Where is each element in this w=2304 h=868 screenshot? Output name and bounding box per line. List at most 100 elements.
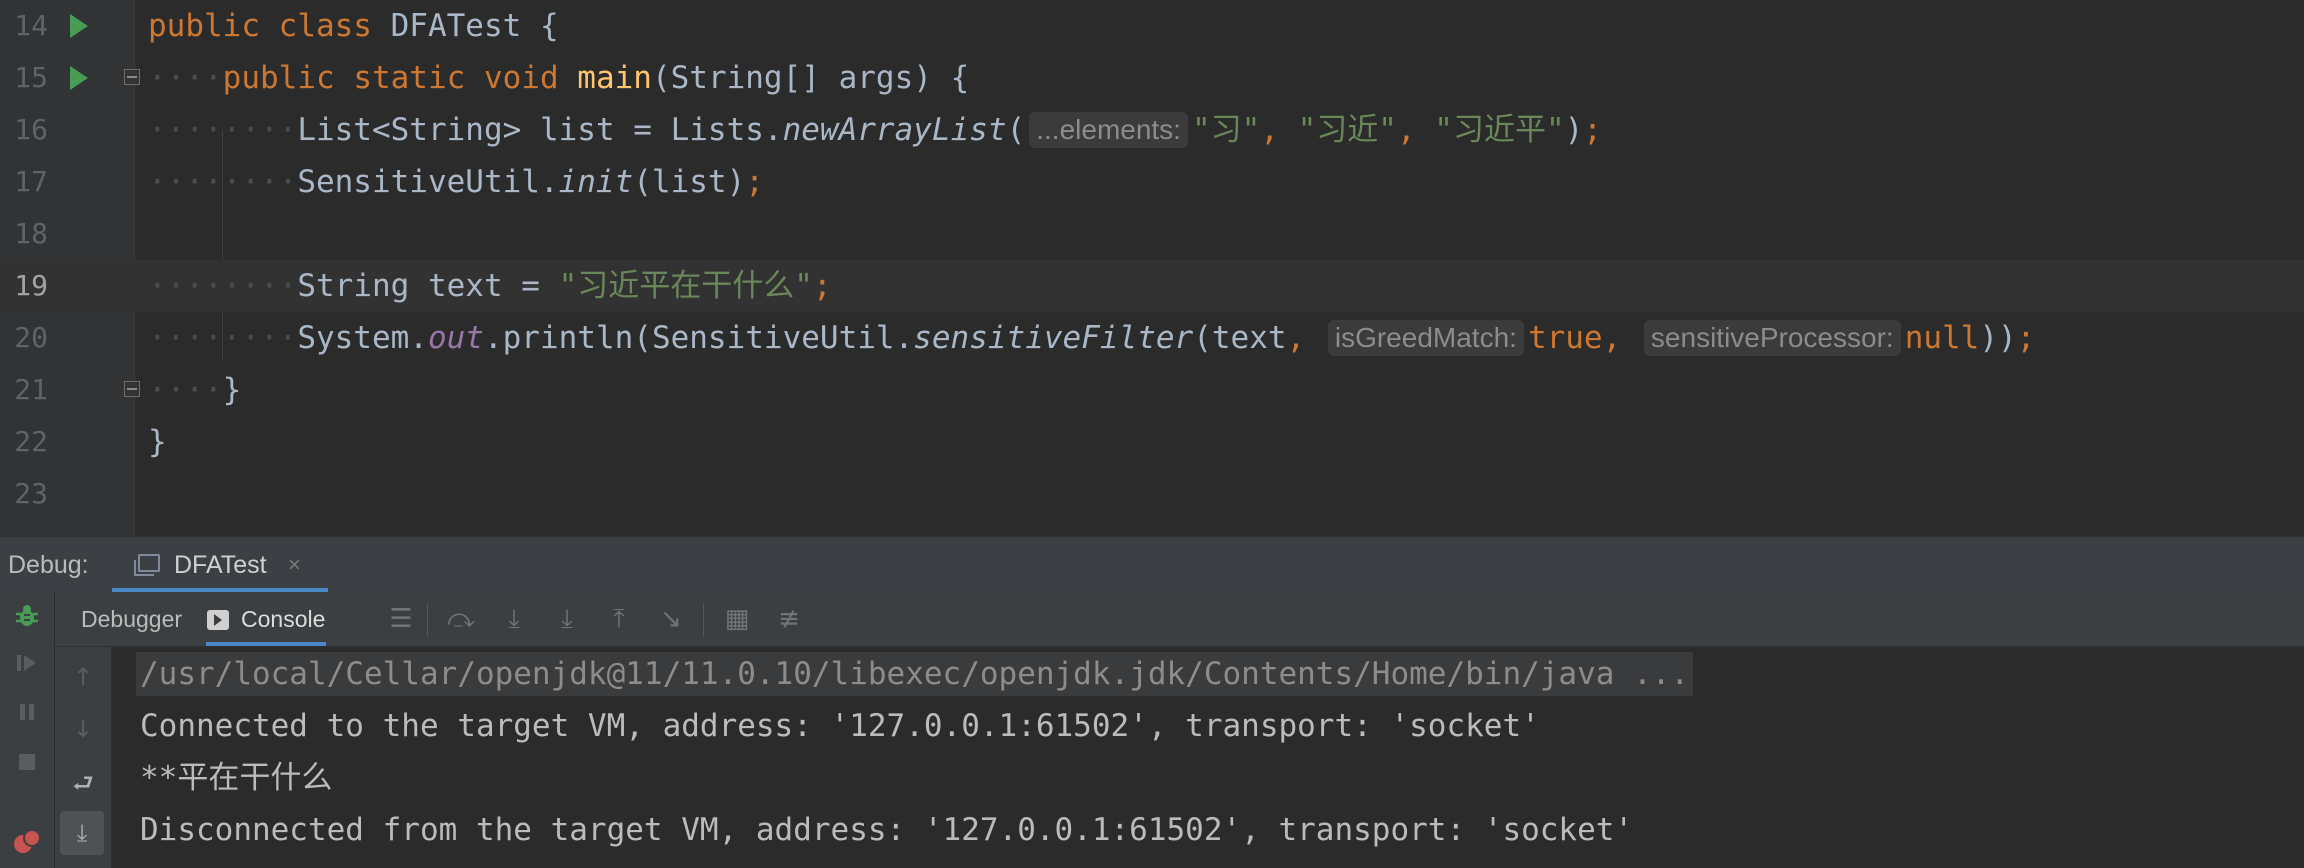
fold-icon[interactable] — [124, 381, 140, 397]
code-token: , — [1396, 112, 1435, 148]
console-window-icon — [134, 554, 160, 576]
debug-bug-icon[interactable] — [7, 602, 47, 642]
code-token: null — [1904, 320, 1980, 356]
run-config-tab[interactable]: DFATest × — [112, 537, 328, 593]
code-token: "习近平" — [1434, 112, 1565, 148]
code-token: static — [353, 60, 484, 96]
code-token: )) — [1979, 320, 2017, 356]
console-line: Disconnected from the target VM, address… — [140, 812, 1634, 848]
line-number: 14 — [14, 9, 48, 42]
code-token: "习近" — [1297, 112, 1397, 148]
code-token: (String[] — [651, 60, 839, 96]
code-line[interactable]: 15 ····public static void main(String[] a… — [0, 52, 2304, 104]
code-token: list — [539, 112, 634, 148]
trace-icon[interactable]: ≢ — [767, 592, 811, 647]
whitespace-marker: ···· — [148, 60, 223, 96]
code-token: (list) — [633, 164, 746, 200]
code-text: ········String text = "习近平在干什么"; — [148, 260, 832, 312]
code-line[interactable]: 21 ····} — [0, 364, 2304, 416]
line-number: 17 — [14, 165, 48, 198]
code-token: Lists. — [670, 112, 783, 148]
line-number: 22 — [14, 425, 48, 458]
console-command-line: /usr/local/Cellar/openjdk@11/11.0.10/lib… — [136, 652, 1694, 696]
code-token: sensitiveFilter — [913, 320, 1194, 356]
code-token: , — [1286, 320, 1324, 356]
code-token: } — [222, 372, 242, 408]
code-token: System. — [297, 320, 428, 356]
evaluate-icon[interactable]: ▦ — [715, 592, 759, 647]
down-arrow-icon[interactable]: ↓ — [63, 709, 103, 749]
code-token: init — [558, 164, 634, 200]
debug-tool-window-header: Debug: DFATest × — [0, 536, 2304, 593]
debug-toolbar: Debugger Console ☰ ⤼ ⤓ ⤓ ⤒ ↘ ▦ ≢ — [55, 592, 2304, 647]
resume-icon[interactable] — [7, 648, 47, 688]
code-token: public — [222, 60, 354, 96]
code-token: ; — [1583, 112, 1602, 148]
code-token: main — [577, 60, 652, 96]
parameter-hint: ...elements: — [1029, 112, 1188, 148]
step-into-icon[interactable]: ⤓ — [492, 592, 536, 647]
line-number: 23 — [14, 477, 48, 510]
code-token: DFATest — [390, 8, 540, 44]
tab-debugger[interactable]: Debugger — [81, 592, 182, 647]
soft-wrap-icon[interactable]: ⮐ — [63, 763, 103, 803]
threads-icon[interactable]: ☰ — [379, 592, 423, 647]
code-line[interactable]: 16 ········List<String> list = Lists.newA… — [0, 104, 2304, 156]
parameter-hint: isGreedMatch: — [1327, 320, 1524, 356]
code-line[interactable]: 22} — [0, 416, 2304, 468]
run-icon[interactable] — [70, 66, 88, 90]
code-token: List<String> — [297, 112, 540, 148]
line-number: 16 — [14, 113, 48, 146]
force-step-into-icon[interactable]: ⤓ — [545, 592, 589, 647]
console-line: Connected to the target VM, address: '12… — [140, 708, 1540, 744]
up-arrow-icon[interactable]: ↑ — [63, 657, 103, 697]
step-over-icon[interactable]: ⤼ — [439, 592, 483, 647]
code-token: true — [1527, 320, 1603, 356]
run-config-tab-label: DFATest — [174, 551, 267, 579]
code-line[interactable]: 19 ········String text = "习近平在干什么"; — [0, 260, 2304, 312]
tab-console[interactable]: Console — [207, 592, 325, 647]
code-token: , — [1260, 112, 1298, 148]
step-out-icon[interactable]: ⤒ — [597, 592, 641, 647]
code-line[interactable]: 17 ········SensitiveUtil.init(list); — [0, 156, 2304, 208]
run-to-cursor-icon[interactable]: ↘ — [649, 592, 693, 647]
code-line[interactable]: 14 public class DFATest { — [0, 0, 2304, 52]
code-token: args) — [838, 60, 951, 96]
stop-icon[interactable] — [7, 747, 47, 787]
console-line: **平在干什么 — [140, 760, 333, 796]
code-token: newArrayList — [782, 112, 1007, 148]
scroll-to-end-icon[interactable]: ⤓ — [60, 811, 104, 855]
code-text: ····} — [148, 364, 241, 416]
code-line[interactable]: 18 — [0, 208, 2304, 260]
code-token: = — [521, 268, 559, 304]
code-token: (text — [1193, 320, 1287, 356]
line-number: 20 — [14, 321, 48, 354]
close-icon[interactable]: × — [288, 537, 301, 593]
toolbar-separator — [427, 604, 428, 636]
code-line[interactable]: 20 ········System.out.println(SensitiveUt… — [0, 312, 2304, 364]
code-editor[interactable]: 14 public class DFATest {15 ····public sta… — [0, 0, 2304, 536]
whitespace-marker: ········ — [148, 320, 298, 356]
tab-console-label: Console — [241, 606, 326, 632]
code-line[interactable]: 23 — [0, 468, 2304, 520]
pause-icon[interactable] — [7, 697, 47, 737]
code-token: out — [427, 320, 484, 356]
code-text: public class DFATest { — [148, 0, 559, 52]
console-icon — [207, 610, 229, 630]
fold-icon[interactable] — [124, 69, 140, 85]
code-token: "习近平在干什么" — [558, 268, 813, 304]
code-token: SensitiveUtil. — [297, 164, 559, 200]
code-token: ( — [1006, 112, 1026, 148]
ide-window: 14 public class DFATest {15 ····public sta… — [0, 0, 2304, 868]
code-text: ········List<String> list = Lists.newArr… — [148, 104, 1602, 156]
code-token: ; — [745, 164, 764, 200]
breakpoints-icon[interactable] — [7, 824, 47, 864]
code-text: ········SensitiveUtil.init(list); — [148, 156, 764, 208]
code-text: ········System.out.println(SensitiveUtil… — [148, 312, 2035, 364]
code-token: } — [148, 424, 167, 460]
code-token: ; — [812, 268, 832, 304]
run-icon[interactable] — [70, 14, 88, 38]
code-token: "习" — [1191, 112, 1261, 148]
whitespace-marker: ········ — [148, 268, 298, 304]
tab-active-indicator — [206, 642, 326, 646]
